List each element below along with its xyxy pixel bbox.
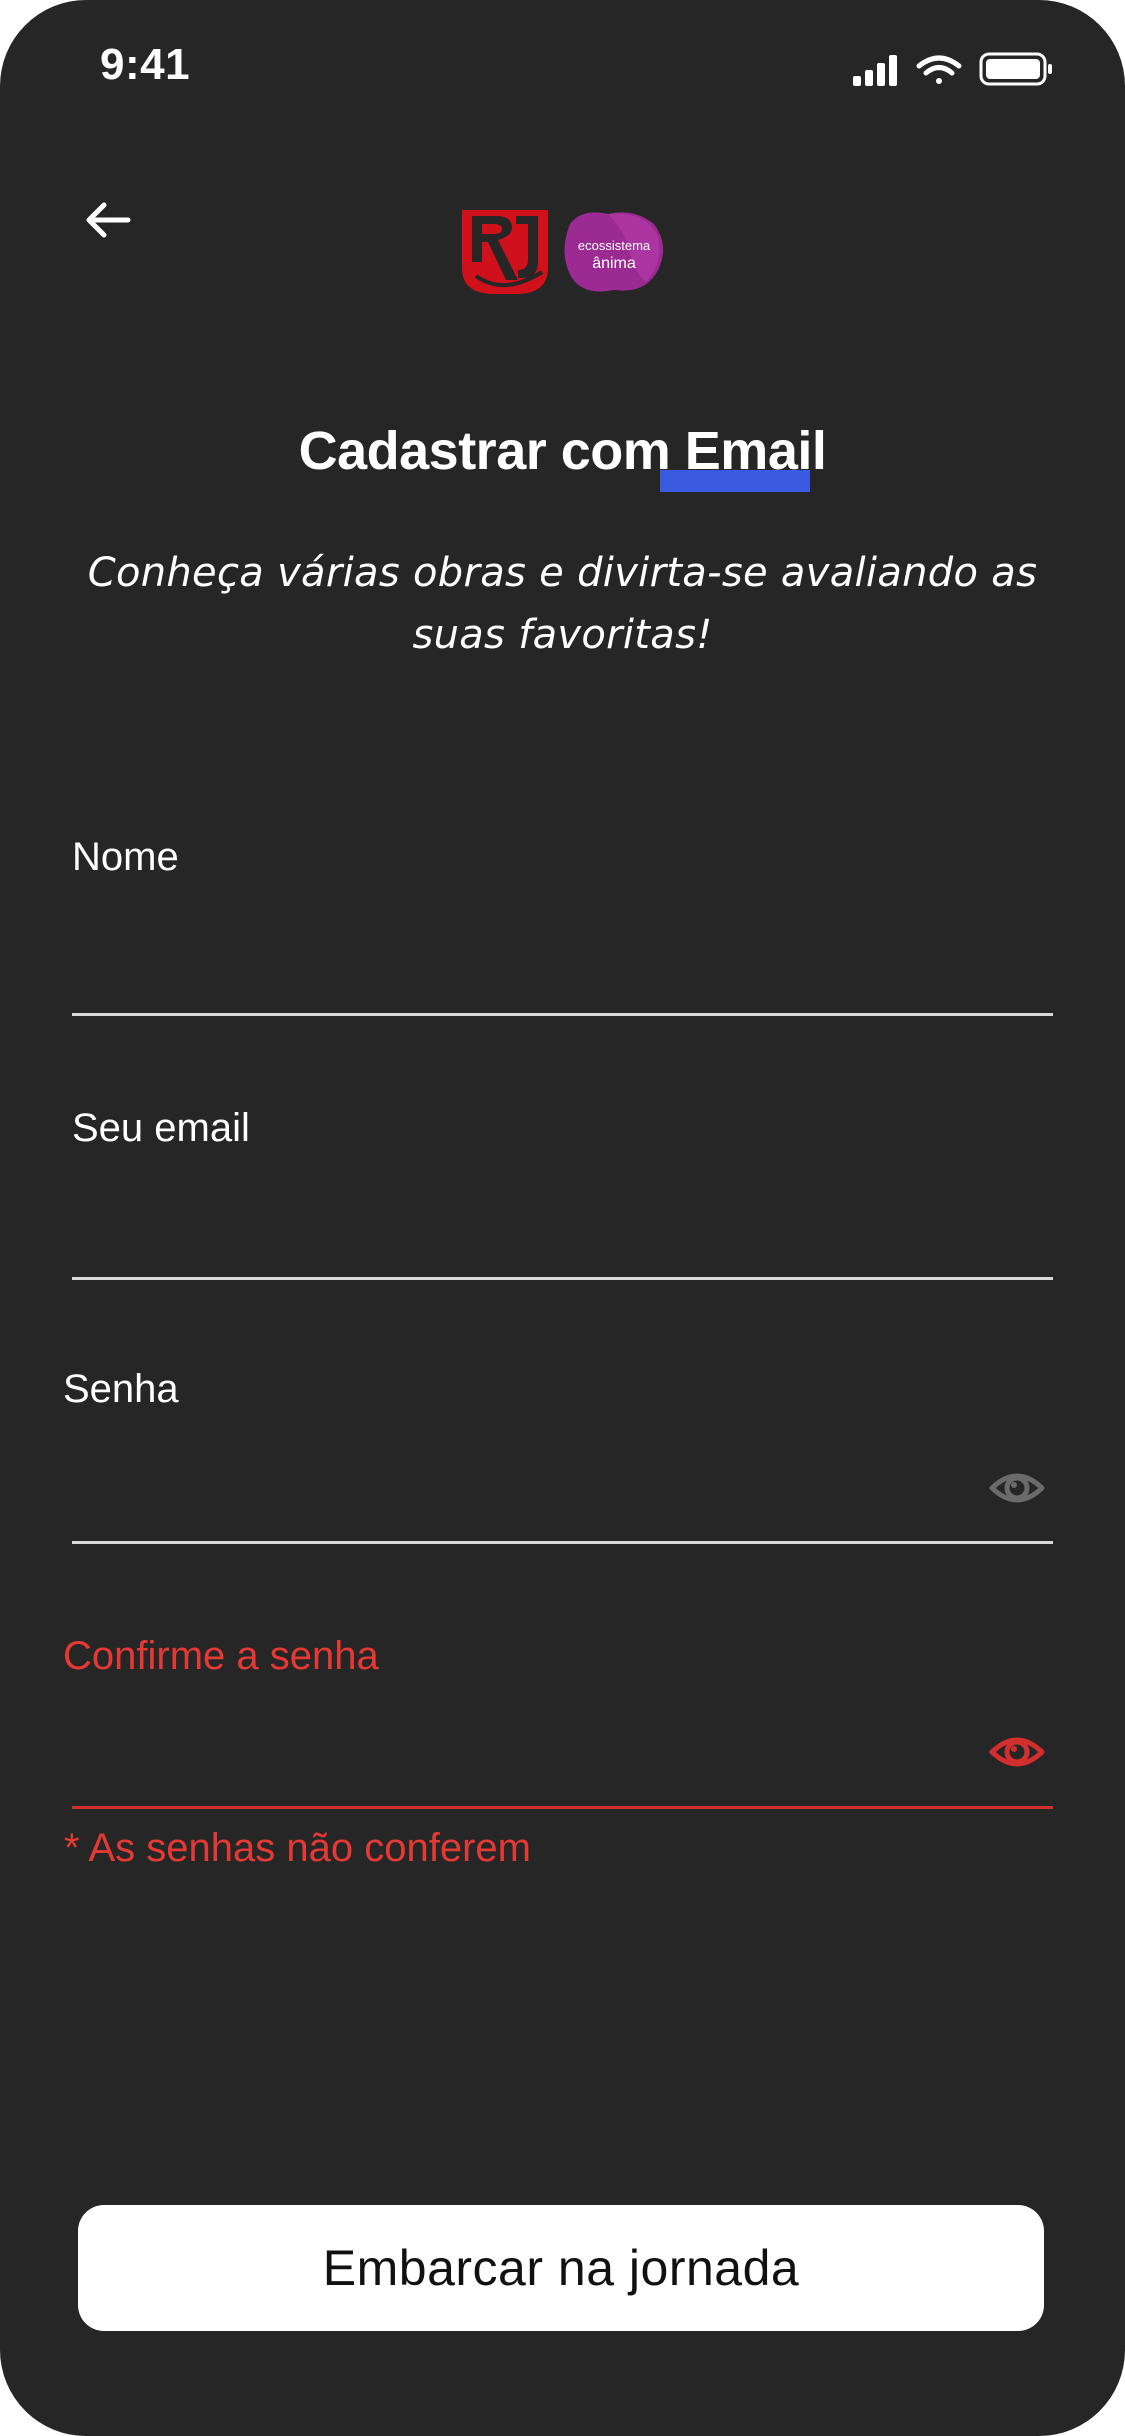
email-underline [72, 1277, 1053, 1280]
badge-line2: ânima [592, 255, 636, 272]
rj-logo-icon [462, 210, 548, 294]
email-label: Seu email [72, 1106, 250, 1150]
submit-button-label: Embarcar na jornada [322, 2240, 800, 2296]
password-label: Senha [63, 1367, 179, 1411]
anima-badge-icon: ecossistema ânima [564, 212, 664, 292]
confirm-password-input[interactable] [72, 1724, 972, 1794]
arrow-left-icon [86, 202, 131, 238]
page-title: Cadastrar com Email [298, 421, 827, 481]
status-time: 9:41 [100, 40, 191, 89]
signal-icon [853, 55, 897, 86]
brand-logo: ecossistema ânima [458, 206, 668, 298]
name-underline [72, 1013, 1053, 1016]
back-button[interactable] [78, 190, 138, 250]
eye-icon [989, 1473, 1045, 1503]
name-label: Nome [72, 835, 179, 879]
password-underline [72, 1541, 1053, 1544]
page-subtitle: Conheça várias obras e divirta-se avalia… [87, 550, 1038, 658]
email-input[interactable] [72, 1198, 972, 1268]
password-mismatch-error: * As senhas não conferem [64, 1826, 531, 1870]
password-visibility-toggle[interactable] [989, 1460, 1045, 1516]
eye-icon [989, 1737, 1045, 1767]
confirm-password-label: Confirme a senha [63, 1634, 379, 1678]
confirm-password-underline [72, 1806, 1053, 1809]
submit-button[interactable]: Embarcar na jornada [78, 2205, 1044, 2331]
status-icons [853, 52, 1053, 86]
badge-line1: ecossistema [578, 238, 651, 253]
app-screen: 9:41 ecossistema ânima Cadastrar com Ema… [0, 0, 1125, 2436]
wifi-icon [916, 55, 962, 84]
name-input[interactable] [72, 935, 972, 1005]
battery-icon [979, 52, 1052, 86]
password-input[interactable] [72, 1462, 972, 1532]
confirm-password-visibility-toggle[interactable] [989, 1724, 1045, 1780]
